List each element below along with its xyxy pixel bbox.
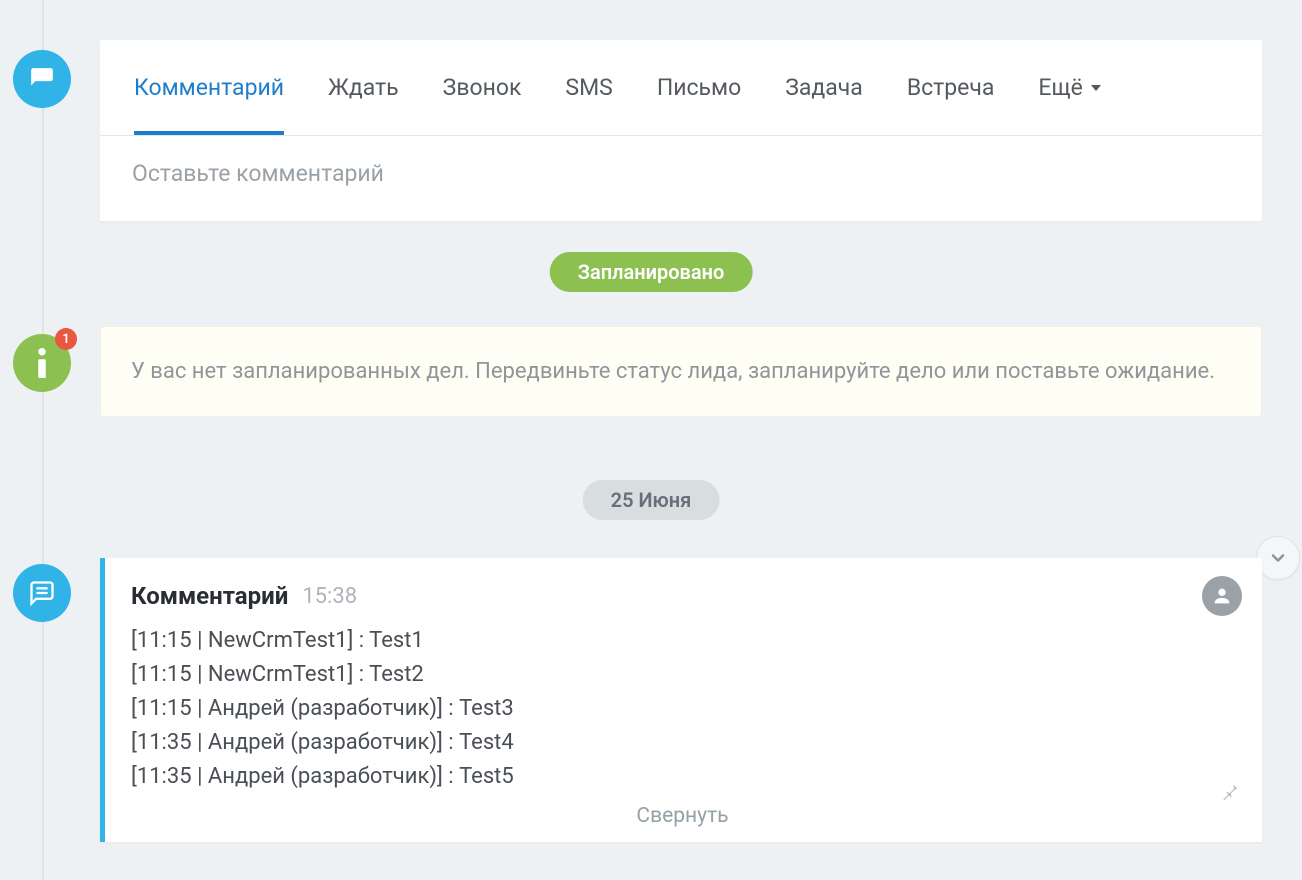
tab-email[interactable]: Письмо [635,40,763,135]
entry-time: 15:38 [302,584,357,609]
collapse-button[interactable]: Свернуть [636,804,728,828]
entry-line: [11:15 | Андрей (разработчик)] : Test3 [131,692,1234,726]
planned-label: Запланировано [578,260,725,284]
tab-more[interactable]: Ещё [1016,40,1122,135]
action-tabs: Комментарий Ждать Звонок SMS Письмо Зада… [100,40,1262,136]
info-icon: 1 [13,334,71,392]
tab-label: SMS [565,74,612,101]
tab-label: Задача [785,74,863,101]
avatar[interactable] [1202,576,1242,616]
tab-label: Комментарий [134,74,284,101]
entry-footer: Свернуть [131,804,1234,828]
entry-icon [13,564,71,622]
tab-sms[interactable]: SMS [543,40,634,135]
entry-line: [11:35 | Андрей (разработчик)] : Test4 [131,726,1234,760]
info-badge: 1 [55,328,77,350]
comment-entry-card: Комментарий 15:38 [11:15 | NewCrmTest1] … [100,558,1262,842]
badge-count-value: 1 [62,332,69,347]
timeline-line [42,0,44,880]
comment-placeholder: Оставьте комментарий [132,160,384,187]
entry-line: [11:15 | NewCrmTest1] : Test2 [131,658,1234,692]
tab-wait[interactable]: Ждать [306,40,421,135]
entry-line: [11:15 | NewCrmTest1] : Test1 [131,624,1234,658]
date-label: 25 Июня [611,488,692,512]
tab-label: Встреча [907,74,995,101]
entry-title: Комментарий [131,582,288,610]
action-card: Комментарий Ждать Звонок SMS Письмо Зада… [100,40,1262,221]
comment-input[interactable]: Оставьте комментарий [100,136,1262,221]
info-message-text: У вас нет запланированных дел. Передвинь… [131,359,1215,384]
scroll-down-button[interactable] [1256,536,1300,580]
entry-line: [11:35 | Андрей (разработчик)] : Test5 [131,760,1234,794]
info-message-card: У вас нет запланированных дел. Передвинь… [100,326,1262,417]
comment-icon [13,50,71,108]
tab-label: Звонок [443,74,522,101]
tab-comment[interactable]: Комментарий [120,40,306,135]
tab-task[interactable]: Задача [763,40,885,135]
tab-label: Письмо [657,74,741,101]
chevron-down-icon [1091,85,1101,91]
entry-header: Комментарий 15:38 [131,582,1234,610]
tab-call[interactable]: Звонок [421,40,544,135]
tab-label: Ждать [328,74,399,101]
planned-pill: Запланировано [550,252,753,292]
tab-label: Ещё [1038,74,1082,101]
tab-meeting[interactable]: Встреча [885,40,1017,135]
entry-body: [11:15 | NewCrmTest1] : Test1 [11:15 | N… [131,624,1234,794]
pin-icon[interactable] [1220,782,1240,806]
date-pill: 25 Июня [583,480,720,520]
